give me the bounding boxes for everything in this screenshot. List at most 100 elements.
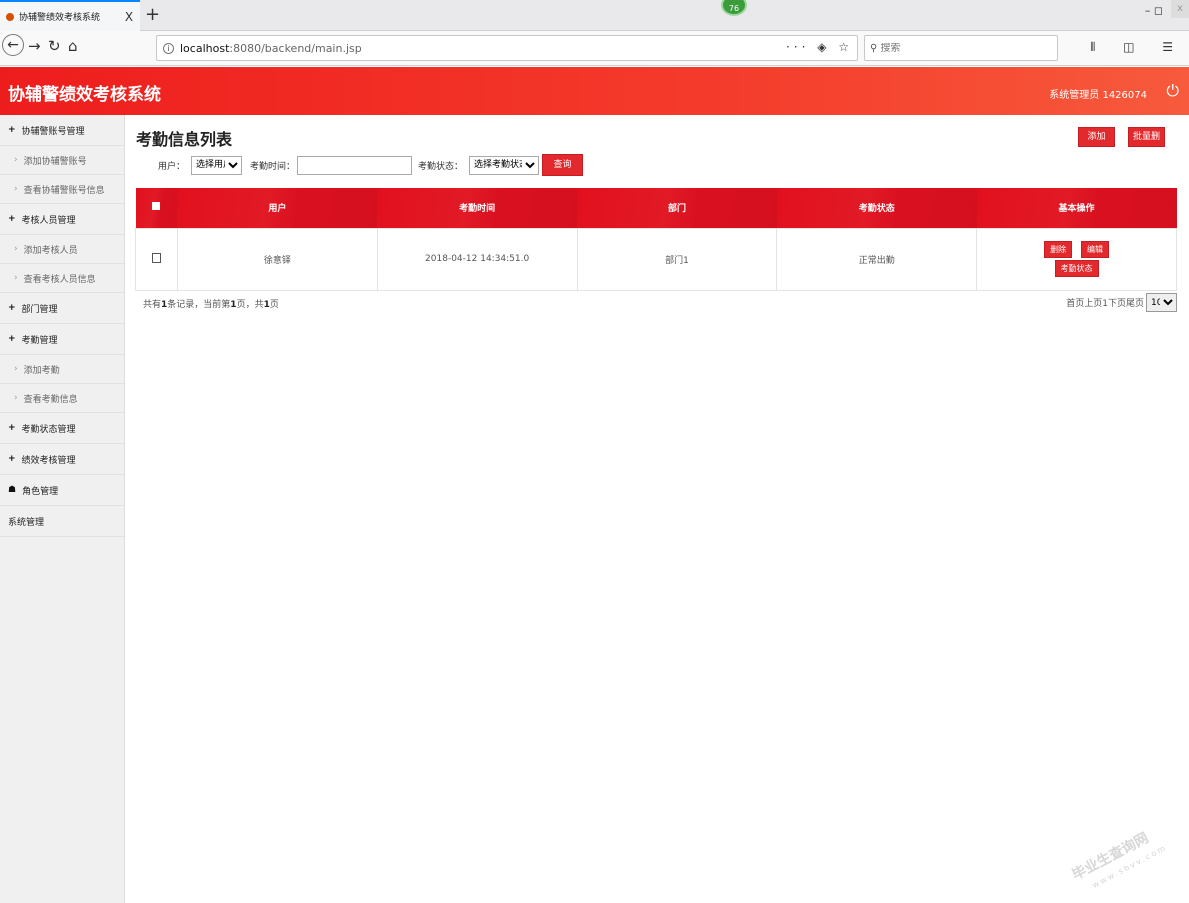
sidebar-item-label: 考勤状态管理 — [21, 424, 76, 435]
browser-search-input[interactable] — [880, 42, 1041, 54]
user-select[interactable]: 选择用户 — [191, 155, 243, 175]
sidebar-item-label: 角色管理 — [22, 486, 59, 497]
sidebar-item-label: 考核人员管理 — [21, 215, 76, 226]
pagination-links[interactable]: 首页上页1下页尾页 — [1066, 296, 1144, 309]
sidebar-item-label: 查看考核人员信息 — [23, 274, 96, 285]
delete-button[interactable]: 删除 — [1044, 241, 1073, 258]
url-host: localhost — [180, 41, 230, 55]
info-icon[interactable]: i — [163, 42, 174, 54]
sidebar-item-auxiliary-account-management[interactable]: + 协辅警账号管理 — [0, 115, 124, 146]
attendance-table: 用户 考勤时间 部门 考勤状态 基本操作 徐意铎 2018-04-12 14:3… — [135, 188, 1177, 291]
row-checkbox[interactable] — [151, 252, 161, 263]
search-icon: ⚲ — [870, 42, 878, 54]
main-content: 考勤信息列表 添加 批量删除 用户： 选择用户 考勤时间： 考勤状态： 选择考勤… — [125, 115, 1189, 903]
cell-status: 正常出勤 — [776, 227, 978, 291]
cell-time: 2018-04-12 14:34:51.0 — [376, 227, 578, 291]
cell-user: 徐意铎 — [176, 227, 378, 291]
plus-icon: + — [8, 334, 16, 344]
plus-icon: + — [8, 214, 16, 224]
sidebar-item-department-management[interactable]: + 部门管理 — [0, 293, 124, 324]
sidebar-item-view-assessor[interactable]: › 查看考核人员信息 — [0, 264, 124, 293]
sidebar-item-add-attendance[interactable]: › 添加考勤 — [0, 355, 124, 384]
filter-bar: 用户： 选择用户 考勤时间： 考勤状态： 选择考勤状态 查询 — [158, 153, 584, 177]
app-title: 协辅警绩效考核系统 — [8, 85, 161, 105]
sidebar-item-attendance-management[interactable]: + 考勤管理 — [0, 324, 124, 355]
reload-icon[interactable]: ↻ — [48, 37, 61, 55]
favicon-icon — [6, 12, 14, 21]
minimize-icon[interactable]: – ◻ — [1145, 4, 1163, 17]
column-header-operations: 基本操作 — [976, 188, 1177, 228]
column-header-department: 部门 — [577, 188, 777, 228]
status-select[interactable]: 选择考勤状态 — [469, 155, 540, 175]
sidebar-item-label: 添加协辅警账号 — [23, 156, 87, 167]
power-icon[interactable]: ⏻ — [1166, 81, 1179, 101]
forward-arrow-icon[interactable]: → — [28, 37, 41, 55]
summary-text: 页，共 — [236, 300, 264, 310]
page-actions-icon[interactable]: ··· ◈ ☆ — [786, 40, 853, 54]
chevron-right-icon: › — [14, 155, 18, 165]
row-select-cell — [135, 227, 178, 291]
app-header: 协辅警绩效考核系统 系统管理员 1426074 ⏻ — [0, 67, 1189, 115]
user-filter-label: 用户： — [158, 161, 186, 172]
plus-icon: + — [8, 303, 16, 313]
chevron-right-icon: › — [14, 184, 18, 194]
admin-user-label: 系统管理员 1426074 — [1049, 90, 1147, 101]
url-bar[interactable]: i localhost :8080/backend/main.jsp ··· ◈… — [156, 35, 858, 61]
sidebar-item-label: 考勤管理 — [21, 335, 58, 346]
chevron-right-icon: › — [14, 393, 18, 403]
sidebar-item-attendance-status-management[interactable]: + 考勤状态管理 — [0, 413, 124, 444]
select-all-header[interactable] — [135, 188, 178, 228]
new-tab-button[interactable]: + — [145, 4, 160, 25]
sidebar-item-label: 查看协辅警账号信息 — [23, 185, 105, 196]
summary-text: 条记录，当前第 — [167, 300, 231, 310]
sidebar-item-add-assessor[interactable]: › 添加考核人员 — [0, 235, 124, 264]
sidebar-item-add-auxiliary-account[interactable]: › 添加协辅警账号 — [0, 146, 124, 175]
table-row: 徐意铎 2018-04-12 14:34:51.0 部门1 正常出勤 删除 编辑… — [135, 227, 1177, 291]
browser-nav-bar: ← → ↻ ⌂ i localhost :8080/backend/main.j… — [0, 31, 1189, 66]
home-icon[interactable]: ⌂ — [68, 37, 78, 55]
page-title: 考勤信息列表 — [136, 130, 233, 149]
user-group-icon: ☗ — [8, 485, 17, 495]
time-filter-label: 考勤时间： — [250, 161, 296, 172]
summary-text: 共有 — [143, 300, 162, 310]
attendance-status-button[interactable]: 考勤状态 — [1054, 260, 1099, 277]
back-arrow-icon[interactable]: ← — [2, 34, 24, 56]
column-header-status: 考勤状态 — [776, 188, 977, 228]
status-filter-label: 考勤状态： — [418, 161, 464, 172]
attendance-time-input[interactable] — [297, 155, 413, 175]
sidebar-item-label: 添加考勤 — [23, 365, 60, 376]
sidebar-item-view-auxiliary-account[interactable]: › 查看协辅警账号信息 — [0, 175, 124, 204]
sidebar-item-label: 部门管理 — [21, 304, 58, 315]
window-close-icon[interactable]: x — [1171, 0, 1189, 18]
select-all-checkbox[interactable] — [152, 202, 161, 211]
query-button[interactable]: 查询 — [542, 154, 584, 176]
chevron-right-icon: › — [14, 273, 18, 283]
sidebar-item-label: 添加考核人员 — [23, 245, 78, 256]
extension-badge[interactable]: 76 — [721, 0, 747, 16]
record-summary: 共有1条记录，当前第1页，共1页 — [143, 297, 279, 310]
sidebar-item-label: 绩效考核管理 — [21, 455, 76, 466]
add-button[interactable]: 添加 — [1078, 127, 1115, 147]
page-size-select[interactable]: 10 — [1146, 293, 1177, 312]
edit-button[interactable]: 编辑 — [1081, 241, 1109, 258]
library-sidebar-menu-icons[interactable]: ⫴ ◫ ☰ — [1090, 40, 1185, 55]
column-header-time: 考勤时间 — [377, 188, 578, 228]
chevron-right-icon: › — [14, 244, 18, 254]
sidebar-item-performance-management[interactable]: + 绩效考核管理 — [0, 444, 124, 475]
browser-search-field[interactable]: ⚲ — [864, 35, 1058, 61]
sidebar-item-label: 查看考勤信息 — [23, 394, 78, 405]
cell-department: 部门1 — [576, 227, 778, 291]
sidebar-item-label: 协辅警账号管理 — [21, 126, 85, 137]
url-path: :8080/backend/main.jsp — [229, 41, 362, 55]
column-header-user: 用户 — [177, 188, 378, 228]
sidebar-item-assessor-management[interactable]: + 考核人员管理 — [0, 204, 124, 235]
sidebar-item-system-management[interactable]: 系统管理 — [0, 506, 124, 537]
browser-tab[interactable]: 协辅警绩效考核系统 X — [0, 0, 140, 31]
sidebar-item-role-management[interactable]: ☗ 角色管理 — [0, 475, 124, 506]
sidebar-item-view-attendance[interactable]: › 查看考勤信息 — [0, 384, 124, 413]
tab-close-icon[interactable]: X — [122, 10, 136, 24]
cell-operations: 删除 编辑 考勤状态 — [976, 227, 1177, 291]
chevron-right-icon: › — [14, 364, 18, 374]
batch-delete-button[interactable]: 批量删除 — [1128, 127, 1165, 160]
pagination: 首页上页1下页尾页 10 — [1066, 293, 1177, 312]
